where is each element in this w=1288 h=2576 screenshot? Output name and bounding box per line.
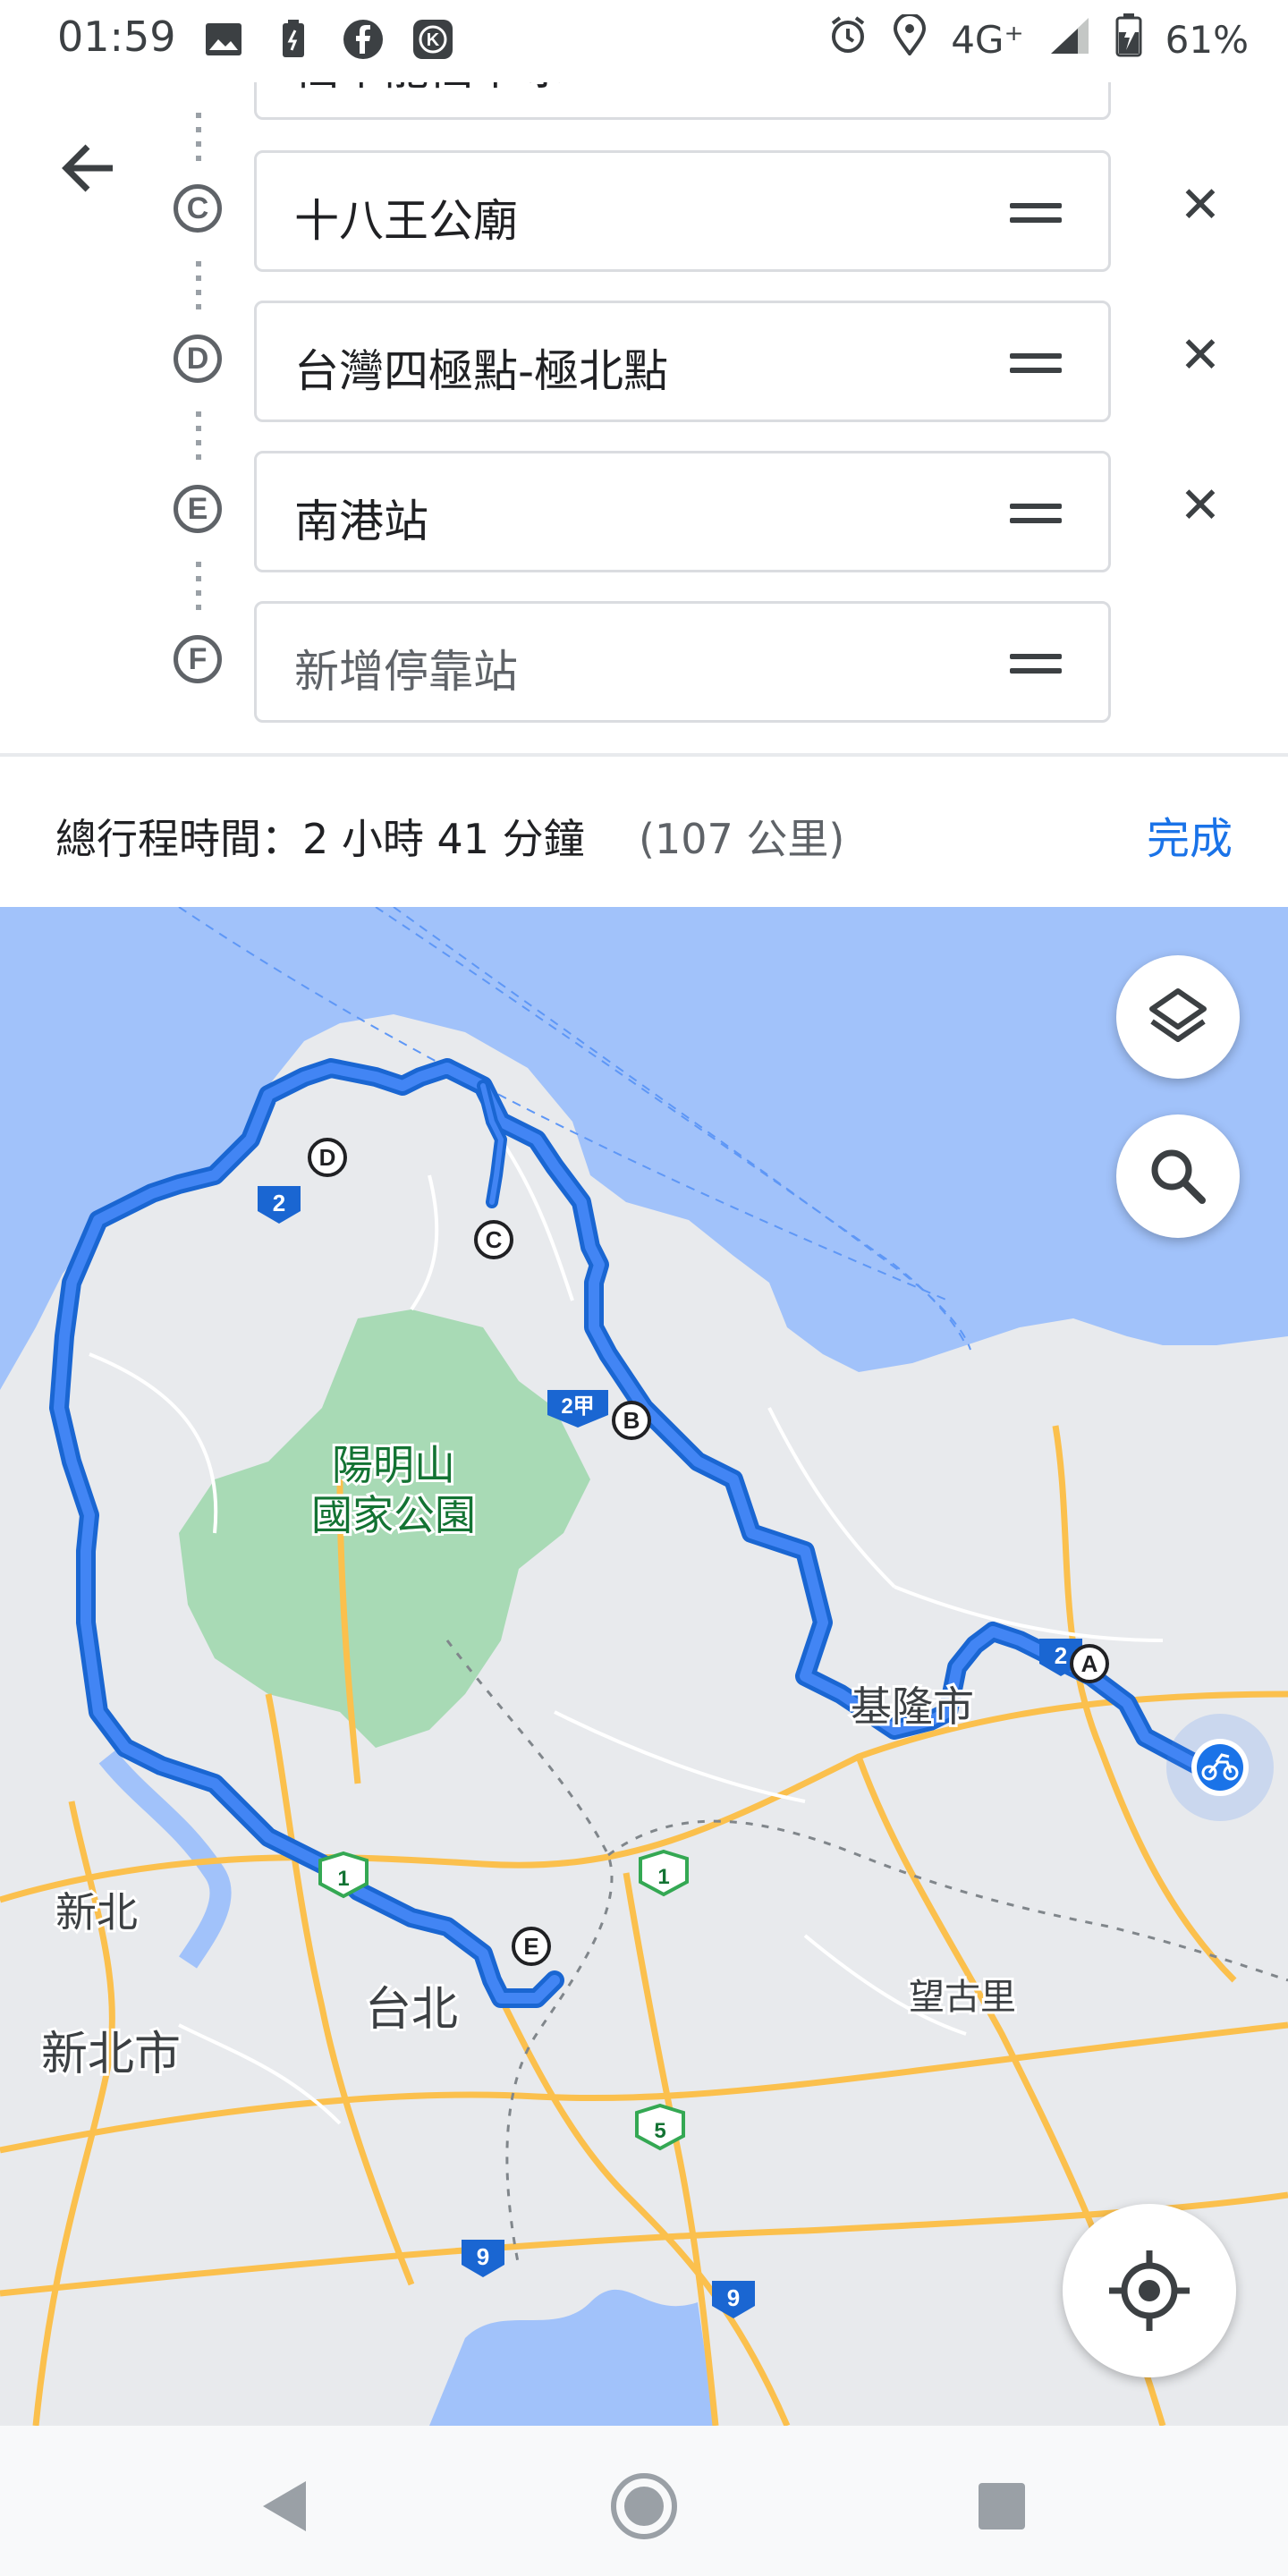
total-distance: (107 公里)	[639, 815, 845, 863]
trip-summary: 總行程時間：2 小時 41 分鐘 (107 公里) 完成	[0, 757, 1288, 907]
battery-level: 61%	[1165, 17, 1249, 62]
k-app-icon: K	[411, 18, 454, 61]
signal-icon	[1047, 14, 1092, 64]
done-button[interactable]: 完成	[1147, 803, 1233, 866]
current-location-marker	[1166, 1714, 1274, 1821]
alarm-icon	[827, 14, 869, 64]
my-location-icon	[1109, 2250, 1190, 2331]
drag-handle-icon[interactable]	[1010, 203, 1062, 223]
waypoint-label: 仙草龍仙草冰	[294, 82, 563, 97]
location-icon	[892, 13, 928, 64]
svg-text:K: K	[427, 30, 440, 50]
map-marker-a: A	[1070, 1644, 1109, 1683]
svg-text:2: 2	[273, 1190, 285, 1216]
svg-text:2甲: 2甲	[561, 1394, 594, 1419]
map-canvas: 陽明山 國家公園 基隆市 新北 新北市 台北 望古里 2 2 2甲 1 1 5 …	[0, 907, 1288, 2426]
svg-text:1: 1	[337, 1867, 349, 1891]
my-location-button[interactable]	[1063, 2204, 1236, 2377]
svg-text:9: 9	[727, 2284, 740, 2311]
park-label-1: 陽明山	[332, 1442, 455, 1488]
square-recents-icon	[979, 2483, 1025, 2529]
waypoint-editor: B 仙草龍仙草冰 ✕ C 十八王公廟 ✕ D 台灣四極點-極北點 ✕ E 南港站	[0, 82, 1288, 753]
search-icon	[1151, 1149, 1206, 1204]
waypoint-input[interactable]: 仙草龍仙草冰	[254, 82, 1111, 120]
svg-text:2: 2	[1055, 1642, 1067, 1669]
facebook-icon	[342, 18, 385, 61]
waypoint-label: 台灣四極點-極北點	[294, 345, 669, 397]
battery-saver-icon	[272, 18, 315, 61]
svg-text:9: 9	[477, 2243, 489, 2270]
svg-text:1: 1	[657, 1865, 669, 1889]
waypoint-letter: C	[174, 184, 222, 233]
city-label-xinbei-city: 新北市	[41, 2029, 181, 2080]
search-button[interactable]	[1116, 1114, 1240, 1238]
waypoint-letter: D	[174, 335, 222, 383]
map-marker-d: D	[308, 1138, 347, 1177]
svg-text:B: B	[623, 1407, 640, 1434]
waypoint-input[interactable]: 南港站	[254, 451, 1111, 572]
city-label-keelung: 基隆市	[851, 1683, 974, 1730]
city-label-xinbei: 新北	[55, 1889, 138, 1936]
triangle-back-icon	[263, 2481, 306, 2531]
add-stop-input[interactable]: 新增停靠站	[254, 601, 1111, 723]
drag-handle-icon[interactable]	[1010, 504, 1062, 523]
system-nav-bar	[0, 2426, 1288, 2576]
waypoint-label: 十八王公廟	[294, 195, 518, 247]
waypoint-row-e: E 南港站 ✕	[0, 451, 1288, 576]
waypoint-row-f: F 新增停靠站	[0, 601, 1288, 726]
add-stop-placeholder: 新增停靠站	[294, 646, 518, 698]
drag-handle-icon[interactable]	[1010, 353, 1062, 373]
status-time: 01:59	[57, 13, 176, 61]
svg-text:5: 5	[654, 2119, 665, 2143]
place-label-wanggu: 望古里	[909, 1978, 1016, 2017]
remove-waypoint-button[interactable]: ✕	[1172, 177, 1229, 234]
nav-recents-button[interactable]	[966, 2470, 1038, 2542]
svg-text:D: D	[319, 1144, 336, 1171]
svg-text:C: C	[486, 1226, 503, 1253]
city-label-taipei: 台北	[365, 1984, 458, 2036]
battery-charging-icon	[1115, 13, 1142, 66]
network-type: 4G⁺	[951, 17, 1024, 62]
map-marker-e: E	[512, 1927, 551, 1966]
waypoint-input[interactable]: 十八王公廟	[254, 150, 1111, 272]
waypoint-row-d: D 台灣四極點-極北點 ✕	[0, 301, 1288, 426]
waypoint-input[interactable]: 台灣四極點-極北點	[254, 301, 1111, 422]
waypoint-row-c: C 十八王公廟 ✕	[0, 150, 1288, 275]
waypoint-label: 南港站	[294, 496, 428, 547]
remove-waypoint-button[interactable]: ✕	[1172, 478, 1229, 535]
svg-text:A: A	[1081, 1650, 1098, 1677]
nav-home-button[interactable]	[608, 2470, 680, 2542]
layers-icon	[1149, 988, 1207, 1042]
waypoint-letter: F	[174, 635, 222, 683]
map-view[interactable]: 陽明山 國家公園 基隆市 新北 新北市 台北 望古里 2 2 2甲 1 1 5 …	[0, 907, 1288, 2426]
circle-home-icon	[611, 2473, 677, 2539]
nav-back-button[interactable]	[250, 2470, 322, 2542]
map-marker-c: C	[474, 1220, 513, 1259]
map-marker-b: B	[612, 1401, 651, 1440]
waypoint-letter: E	[174, 485, 222, 533]
remove-waypoint-button[interactable]: ✕	[1172, 327, 1229, 385]
svg-text:E: E	[523, 1933, 538, 1960]
status-bar: 01:59 K 4G⁺ 61%	[0, 0, 1288, 82]
image-icon	[202, 18, 245, 61]
layers-button[interactable]	[1116, 955, 1240, 1079]
drag-handle-icon[interactable]	[1010, 654, 1062, 674]
park-label-2: 國家公園	[311, 1492, 476, 1538]
waypoint-row-b: B 仙草龍仙草冰 ✕	[0, 82, 1288, 123]
total-time: 總行程時間：2 小時 41 分鐘	[55, 815, 585, 863]
